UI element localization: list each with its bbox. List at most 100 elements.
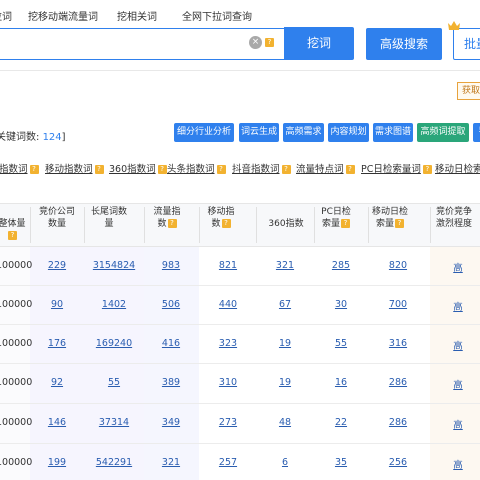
table-cell-link[interactable]: 高 [428, 338, 480, 352]
table-cell-link[interactable]: 高 [428, 377, 480, 391]
help-icon: ? [281, 165, 291, 174]
help-icon: ? [221, 219, 231, 228]
industry-analysis-button[interactable]: 细分行业分析 [174, 123, 234, 142]
table-cell-link[interactable]: 229 [27, 260, 87, 271]
help-icon: ? [422, 165, 432, 174]
th-360-index[interactable]: 360指数 [262, 218, 310, 230]
clear-icon[interactable]: × [249, 36, 262, 49]
filter-traffic-feature[interactable]: 流量特点词? [296, 161, 355, 175]
th-bid-competition[interactable]: 竞价竞争激烈程度 [434, 206, 474, 230]
table-cell-link[interactable]: 506 [141, 299, 201, 310]
table-cell-link[interactable]: 22 [311, 417, 371, 428]
table-cell-link[interactable]: 6 [255, 457, 315, 468]
filter-mobile-index[interactable]: 移动指数词? [45, 161, 104, 175]
table-cell-link[interactable]: 983 [141, 260, 201, 271]
filter-baidu-index[interactable]: 百度指数词? [0, 161, 39, 175]
content-plan-button[interactable]: 内容规划 [328, 123, 369, 142]
table-cell-link[interactable]: 349 [141, 417, 201, 428]
batch-button[interactable]: 批量 [453, 28, 480, 60]
table-cell-link[interactable]: 820 [368, 260, 428, 271]
table-cell-link[interactable]: 67 [255, 299, 315, 310]
table-cell-link[interactable]: 323 [198, 338, 258, 349]
table-cell-link[interactable]: 199 [27, 457, 87, 468]
filter-toutiao-index[interactable]: 头条指数词? [167, 161, 226, 175]
export-button[interactable]: 导 [473, 123, 480, 142]
table-cell-link[interactable]: 48 [255, 417, 315, 428]
filter-douyin-index[interactable]: 抖音指数词? [232, 161, 291, 175]
table-cell-link[interactable]: 286 [368, 377, 428, 388]
demand-graph-button[interactable]: 需求图谱 [373, 123, 413, 142]
th-traffic-index[interactable]: 流量指数? [150, 206, 184, 230]
advanced-search-button[interactable]: 高级搜索 [366, 28, 442, 60]
word-cloud-button[interactable]: 词云生成 [239, 123, 279, 142]
high-freq-demand-button[interactable]: 高频需求 [283, 123, 324, 142]
table-cell-link[interactable]: 92 [27, 377, 87, 388]
high-freq-extract-button[interactable]: 高频词提取 [417, 123, 469, 142]
table-cell-link[interactable]: 高 [428, 457, 480, 471]
table-cell-link[interactable]: 316 [368, 338, 428, 349]
th-pc-daily[interactable]: PC日检索量? [318, 206, 354, 230]
th-total[interactable]: 整体量? [0, 218, 28, 242]
help-icon[interactable]: ? [265, 38, 274, 47]
table-cell-link[interactable]: 55 [84, 377, 144, 388]
keyword-count-label: 关键词数: [0, 132, 40, 143]
table-cell-link[interactable]: 285 [311, 260, 371, 271]
table-cell-link[interactable]: 256 [368, 457, 428, 468]
table-cell-link[interactable]: 90 [27, 299, 87, 310]
header-divider [84, 207, 85, 243]
table-cell-link[interactable]: 389 [141, 377, 201, 388]
table-cell-link[interactable]: 416 [141, 338, 201, 349]
table-cell-link[interactable]: 257 [198, 457, 258, 468]
th-longtail[interactable]: 长尾词数量 [90, 206, 128, 230]
table-cell-link[interactable]: 35 [311, 457, 371, 468]
table-cell-link[interactable]: 16 [311, 377, 371, 388]
table-cell-link[interactable]: 30 [311, 299, 371, 310]
table-cell-link[interactable]: 146 [27, 417, 87, 428]
tab-baidu-suggest[interactable]: 百度下拉词 [0, 8, 12, 23]
tab-mobile-traffic[interactable]: 挖移动端流量词 [28, 8, 98, 23]
tab-related-words[interactable]: 挖相关词 [117, 8, 157, 23]
row-divider [0, 363, 480, 364]
table-cell-link[interactable]: 37314 [84, 417, 144, 428]
table-cell-link[interactable]: 321 [255, 260, 315, 271]
filter-pc-daily[interactable]: PC日检索量词? [361, 161, 432, 175]
th-mobile-index[interactable]: 移动指数? [204, 206, 238, 230]
table-cell-link[interactable]: 286 [368, 417, 428, 428]
table-cell-link[interactable]: 176 [27, 338, 87, 349]
th-bid-companies[interactable]: 竞价公司数量 [36, 206, 78, 230]
table-cell-link[interactable]: 3154824 [84, 260, 144, 271]
tab-network-suggest[interactable]: 全网下拉词查询 [182, 8, 252, 23]
header-divider [256, 207, 257, 243]
filter-360-index[interactable]: 360指数词? [109, 161, 167, 175]
table-cell-link[interactable]: 440 [198, 299, 258, 310]
table-cell-link[interactable]: 273 [198, 417, 258, 428]
row-divider [0, 285, 480, 286]
table-cell-link[interactable]: 55 [311, 338, 371, 349]
table-cell-link[interactable]: 19 [255, 377, 315, 388]
help-icon: ? [395, 219, 404, 228]
table-cell-link[interactable]: 19 [255, 338, 315, 349]
keyword-count: 关键词数: 124] [0, 128, 66, 143]
row-divider [0, 403, 480, 404]
filter-mobile-daily[interactable]: 移动日检索量 [435, 161, 480, 175]
table-cell-link[interactable]: 高 [428, 299, 480, 313]
th-mobile-daily[interactable]: 移动日检索量? [372, 206, 408, 230]
table-cell-link[interactable]: 542291 [84, 457, 144, 468]
header-divider [430, 207, 431, 243]
header-divider [314, 207, 315, 243]
table-cell-link[interactable]: 1402 [84, 299, 144, 310]
table-cell-link[interactable]: 821 [198, 260, 258, 271]
table-cell-link[interactable]: 310 [198, 377, 258, 388]
header-divider [368, 207, 369, 243]
table-cell-link[interactable]: 高 [428, 417, 480, 431]
table-cell-link[interactable]: 高 [428, 260, 480, 274]
table-cell-link[interactable]: 321 [141, 457, 201, 468]
vip-crown-icon [448, 21, 460, 30]
top-tabs: 百度下拉词 挖移动端流量词 挖相关词 全网下拉词查询 [0, 0, 480, 30]
search-input[interactable] [0, 28, 284, 60]
dig-button[interactable]: 挖词 [284, 27, 354, 60]
table-cell-link[interactable]: 700 [368, 299, 428, 310]
help-icon: ? [157, 165, 167, 174]
table-cell-link[interactable]: 169240 [84, 338, 144, 349]
fetch-button[interactable]: 获取 [457, 82, 480, 100]
